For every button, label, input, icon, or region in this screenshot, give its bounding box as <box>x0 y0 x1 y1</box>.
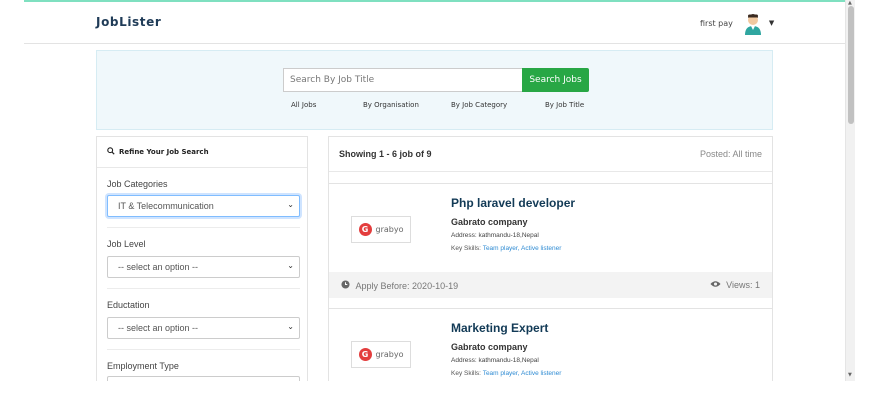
job-skills: Key Skills: Team player, Active listener <box>451 245 561 252</box>
chevron-down-icon: ⌄ <box>287 261 294 270</box>
chevron-down-icon[interactable]: ▼ <box>769 19 774 27</box>
divider <box>107 227 300 228</box>
search-banner: Search By Job Title Search Jobs All Jobs… <box>96 50 773 130</box>
company-logo-text: grabyo <box>375 350 404 359</box>
job-categories-select[interactable]: IT & Telecommunication ⌄ <box>107 195 300 217</box>
results-count: Showing 1 - 6 job of 9 <box>339 149 432 159</box>
employment-type-select[interactable] <box>107 376 300 381</box>
user-name[interactable]: first pay <box>700 19 733 28</box>
job-address: Address: kathmandu-18,Nepal <box>451 357 539 364</box>
link-by-job-category[interactable]: By Job Category <box>451 101 507 109</box>
filter-label-employment-type: Employment Type <box>107 361 179 371</box>
grabyo-logo-icon: G <box>358 223 372 236</box>
job-card[interactable]: G grabyo Marketing Expert Gabrato compan… <box>329 308 772 381</box>
chevron-down-icon: ⌄ <box>287 322 294 331</box>
divider <box>107 288 300 289</box>
skills-label: Key Skills: <box>451 370 481 377</box>
skills-links[interactable]: Team player, Active listener <box>483 370 562 377</box>
divider <box>107 349 300 350</box>
skills-links[interactable]: Team player, Active listener <box>483 245 562 252</box>
company-logo[interactable]: G grabyo <box>351 341 411 368</box>
link-by-job-title[interactable]: By Job Title <box>545 101 584 109</box>
page-viewport: JobLister first pay ▼ Search By Job Titl… <box>0 0 845 381</box>
link-by-organisation[interactable]: By Organisation <box>363 101 419 109</box>
page-scrollbar[interactable]: ▲ ▼ <box>845 0 855 381</box>
job-company: Gabrato company <box>451 217 528 227</box>
job-card[interactable]: G grabyo Php laravel developer Gabrato c… <box>329 183 772 298</box>
grabyo-logo-icon: G <box>358 348 372 361</box>
job-company: Gabrato company <box>451 342 528 352</box>
job-title-link[interactable]: Php laravel developer <box>451 196 575 210</box>
link-all-jobs[interactable]: All Jobs <box>291 101 316 109</box>
apply-before: Apply Before: 2020-10-19 <box>341 279 459 291</box>
scroll-down-icon[interactable]: ▼ <box>848 372 852 378</box>
job-results-panel: Showing 1 - 6 job of 9 Posted: All time … <box>328 136 773 381</box>
brand-logo[interactable]: JobLister <box>96 15 161 29</box>
avatar-icon[interactable] <box>743 11 763 35</box>
filter-label-job-categories: Job Categories <box>107 179 168 189</box>
skills-label: Key Skills: <box>451 245 481 252</box>
refine-search-sidebar: Refine Your Job Search Job Categories IT… <box>96 136 308 381</box>
clock-icon <box>341 279 353 291</box>
company-logo-text: grabyo <box>375 225 404 234</box>
job-skills: Key Skills: Team player, Active listener <box>451 370 561 377</box>
scrollbar-thumb[interactable] <box>848 6 854 124</box>
sidebar-heading: Refine Your Job Search <box>97 137 307 168</box>
results-header: Showing 1 - 6 job of 9 Posted: All time <box>329 137 772 172</box>
eye-icon <box>710 280 724 290</box>
filter-label-education: Eductation <box>107 300 150 310</box>
apply-before-text: Apply Before: 2020-10-19 <box>355 280 459 291</box>
education-select[interactable]: -- select an option -- ⌄ <box>107 317 300 339</box>
job-title-link[interactable]: Marketing Expert <box>451 321 548 335</box>
job-level-select[interactable]: -- select an option -- ⌄ <box>107 256 300 278</box>
views-text: Views: 1 <box>726 280 760 290</box>
views-count: Views: 1 <box>710 280 760 290</box>
job-categories-value: IT & Telecommunication <box>118 201 214 211</box>
job-level-value: -- select an option -- <box>118 262 199 272</box>
user-menu[interactable]: first pay ▼ <box>700 10 774 36</box>
education-value: -- select an option -- <box>118 323 199 333</box>
filter-label-job-level: Job Level <box>107 239 146 249</box>
job-address: Address: kathmandu-18,Nepal <box>451 232 539 239</box>
posted-filter[interactable]: Posted: All time <box>700 149 762 159</box>
company-logo[interactable]: G grabyo <box>351 216 411 243</box>
chevron-down-icon: ⌄ <box>287 200 294 209</box>
sidebar-heading-label: Refine Your Job Search <box>119 148 209 156</box>
job-card-footer: Apply Before: 2020-10-19 Views: 1 <box>329 272 772 298</box>
search-input[interactable]: Search By Job Title <box>283 68 522 92</box>
search-icon <box>107 147 115 157</box>
search-jobs-button[interactable]: Search Jobs <box>522 68 589 92</box>
navbar: JobLister first pay ▼ <box>24 2 845 44</box>
